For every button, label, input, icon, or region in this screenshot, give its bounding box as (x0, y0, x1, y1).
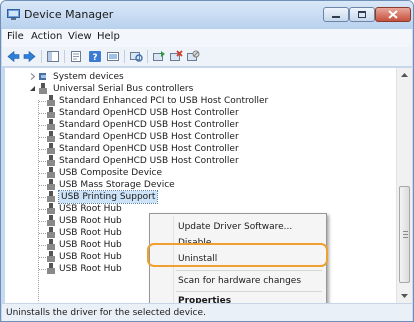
toolbar-separator (64, 50, 65, 63)
tree-item-label: USB Mass Storage Device (59, 180, 175, 190)
uninstall-highlight-outline (147, 243, 328, 267)
system-devices-icon (39, 73, 46, 80)
usb-device-icon (47, 203, 55, 214)
maximize-icon (358, 11, 366, 18)
scroll-up-arrow-icon[interactable] (397, 68, 412, 82)
scroll-down-arrow-icon[interactable] (397, 289, 412, 303)
status-bar: Uninstalls the driver for the selected d… (2, 303, 412, 321)
maximize-button[interactable] (349, 7, 375, 22)
usb-device-icon (47, 167, 55, 178)
usb-device-icon (47, 155, 55, 166)
tree-item-label: System devices (53, 72, 124, 82)
usb-device-icon (47, 215, 55, 226)
title-bar[interactable]: Device Manager (1, 1, 413, 29)
toolbar-separator (41, 50, 42, 63)
tree-connector-line (39, 221, 46, 222)
tree-connector-line (39, 257, 46, 258)
usb-device-icon (47, 227, 55, 238)
usb-device-icon (47, 179, 55, 190)
menu-separator (176, 270, 322, 271)
scrollbar-thumb[interactable] (399, 186, 410, 283)
tree-item-label: USB Root Hub (59, 240, 122, 250)
tree-connector-line (39, 113, 46, 114)
tree-connector-line (39, 173, 46, 174)
tree-connector-line (39, 269, 46, 270)
tree-connector-line (39, 149, 46, 150)
show-hide-console-tree-icon[interactable] (46, 50, 60, 63)
usb-device-icon (47, 119, 55, 130)
tree-item-label: USB Composite Device (59, 168, 163, 178)
usb-device-icon (47, 95, 55, 106)
tree-item-label: Standard OpenHCD USB Host Controller (59, 120, 239, 130)
tree-connector-line (39, 137, 46, 138)
view-icon[interactable] (106, 50, 120, 63)
toolbar: ? (2, 47, 412, 67)
svg-text:?: ? (92, 53, 97, 63)
usb-device-icon (47, 251, 55, 262)
tree-connector-line (38, 100, 39, 301)
minimize-icon (332, 16, 340, 18)
toolbar-separator (147, 50, 148, 63)
usb-device-icon (47, 107, 55, 118)
tree-item-label: Standard OpenHCD USB Host Controller (59, 108, 239, 118)
device-manager-app-icon (7, 9, 20, 20)
status-text: Uninstalls the driver for the selected d… (6, 308, 206, 318)
menu-separator (176, 291, 322, 292)
tree-item-label: USB Printing Support (57, 190, 159, 204)
menu-file[interactable]: File (7, 31, 24, 42)
tree-connector-line (39, 245, 46, 246)
usb-device-icon (47, 143, 55, 154)
tree-connector-line (39, 125, 46, 126)
update-driver-icon[interactable] (152, 50, 166, 63)
collapse-arrow-icon[interactable] (29, 85, 36, 92)
tree-connector-line (39, 209, 46, 210)
vertical-scrollbar[interactable] (396, 68, 412, 303)
window-title: Device Manager (24, 8, 114, 21)
forward-arrow-icon[interactable] (23, 50, 37, 63)
tree-item-label: USB Root Hub (59, 204, 122, 214)
close-icon (388, 10, 398, 19)
tree-connector-line (39, 197, 46, 198)
scan-hardware-icon[interactable] (129, 50, 143, 63)
usb-device-icon (47, 239, 55, 250)
uninstall-icon[interactable] (169, 50, 183, 63)
toolbar-separator (124, 50, 125, 63)
help-icon[interactable]: ? (88, 50, 102, 63)
menu-view[interactable]: View (68, 31, 92, 42)
tree-connector-line (39, 233, 46, 234)
tree-item-label: Universal Serial Bus controllers (53, 84, 194, 94)
tree-item-label: USB Root Hub (59, 216, 122, 226)
menu-action[interactable]: Action (31, 31, 62, 42)
usb-controller-icon (39, 83, 47, 94)
usb-device-icon (47, 263, 55, 274)
menu-bar: File Action View Help (2, 29, 412, 47)
back-arrow-icon[interactable] (6, 50, 20, 63)
tree-item-label: Standard OpenHCD USB Host Controller (59, 144, 239, 154)
tree-item-label: Standard Enhanced PCI to USB Host Contro… (59, 96, 269, 106)
properties-icon[interactable] (69, 50, 83, 63)
menu-help[interactable]: Help (97, 31, 120, 42)
tree-connector-line (39, 101, 46, 102)
disable-icon[interactable] (186, 50, 200, 63)
tree-connector-line (39, 185, 46, 186)
usb-device-icon (47, 131, 55, 142)
tree-item-label: USB Root Hub (59, 264, 122, 274)
tree-item-label: USB Root Hub (59, 252, 122, 262)
tree-item-label: Standard OpenHCD USB Host Controller (59, 132, 239, 142)
tree-item-label: Standard OpenHCD USB Host Controller (59, 156, 239, 166)
usb-device-icon (47, 191, 55, 202)
tree-connector-line (39, 161, 46, 162)
device-manager-window: Device Manager File Action View Help ? S… (0, 0, 414, 322)
minimize-button[interactable] (323, 7, 349, 22)
expand-arrow-icon[interactable] (29, 73, 36, 80)
menu-item-update-driver[interactable]: Update Driver Software... (178, 222, 292, 232)
close-button[interactable] (375, 7, 411, 22)
tree-item-label: USB Root Hub (59, 228, 122, 238)
menu-item-scan-hardware[interactable]: Scan for hardware changes (178, 276, 301, 286)
